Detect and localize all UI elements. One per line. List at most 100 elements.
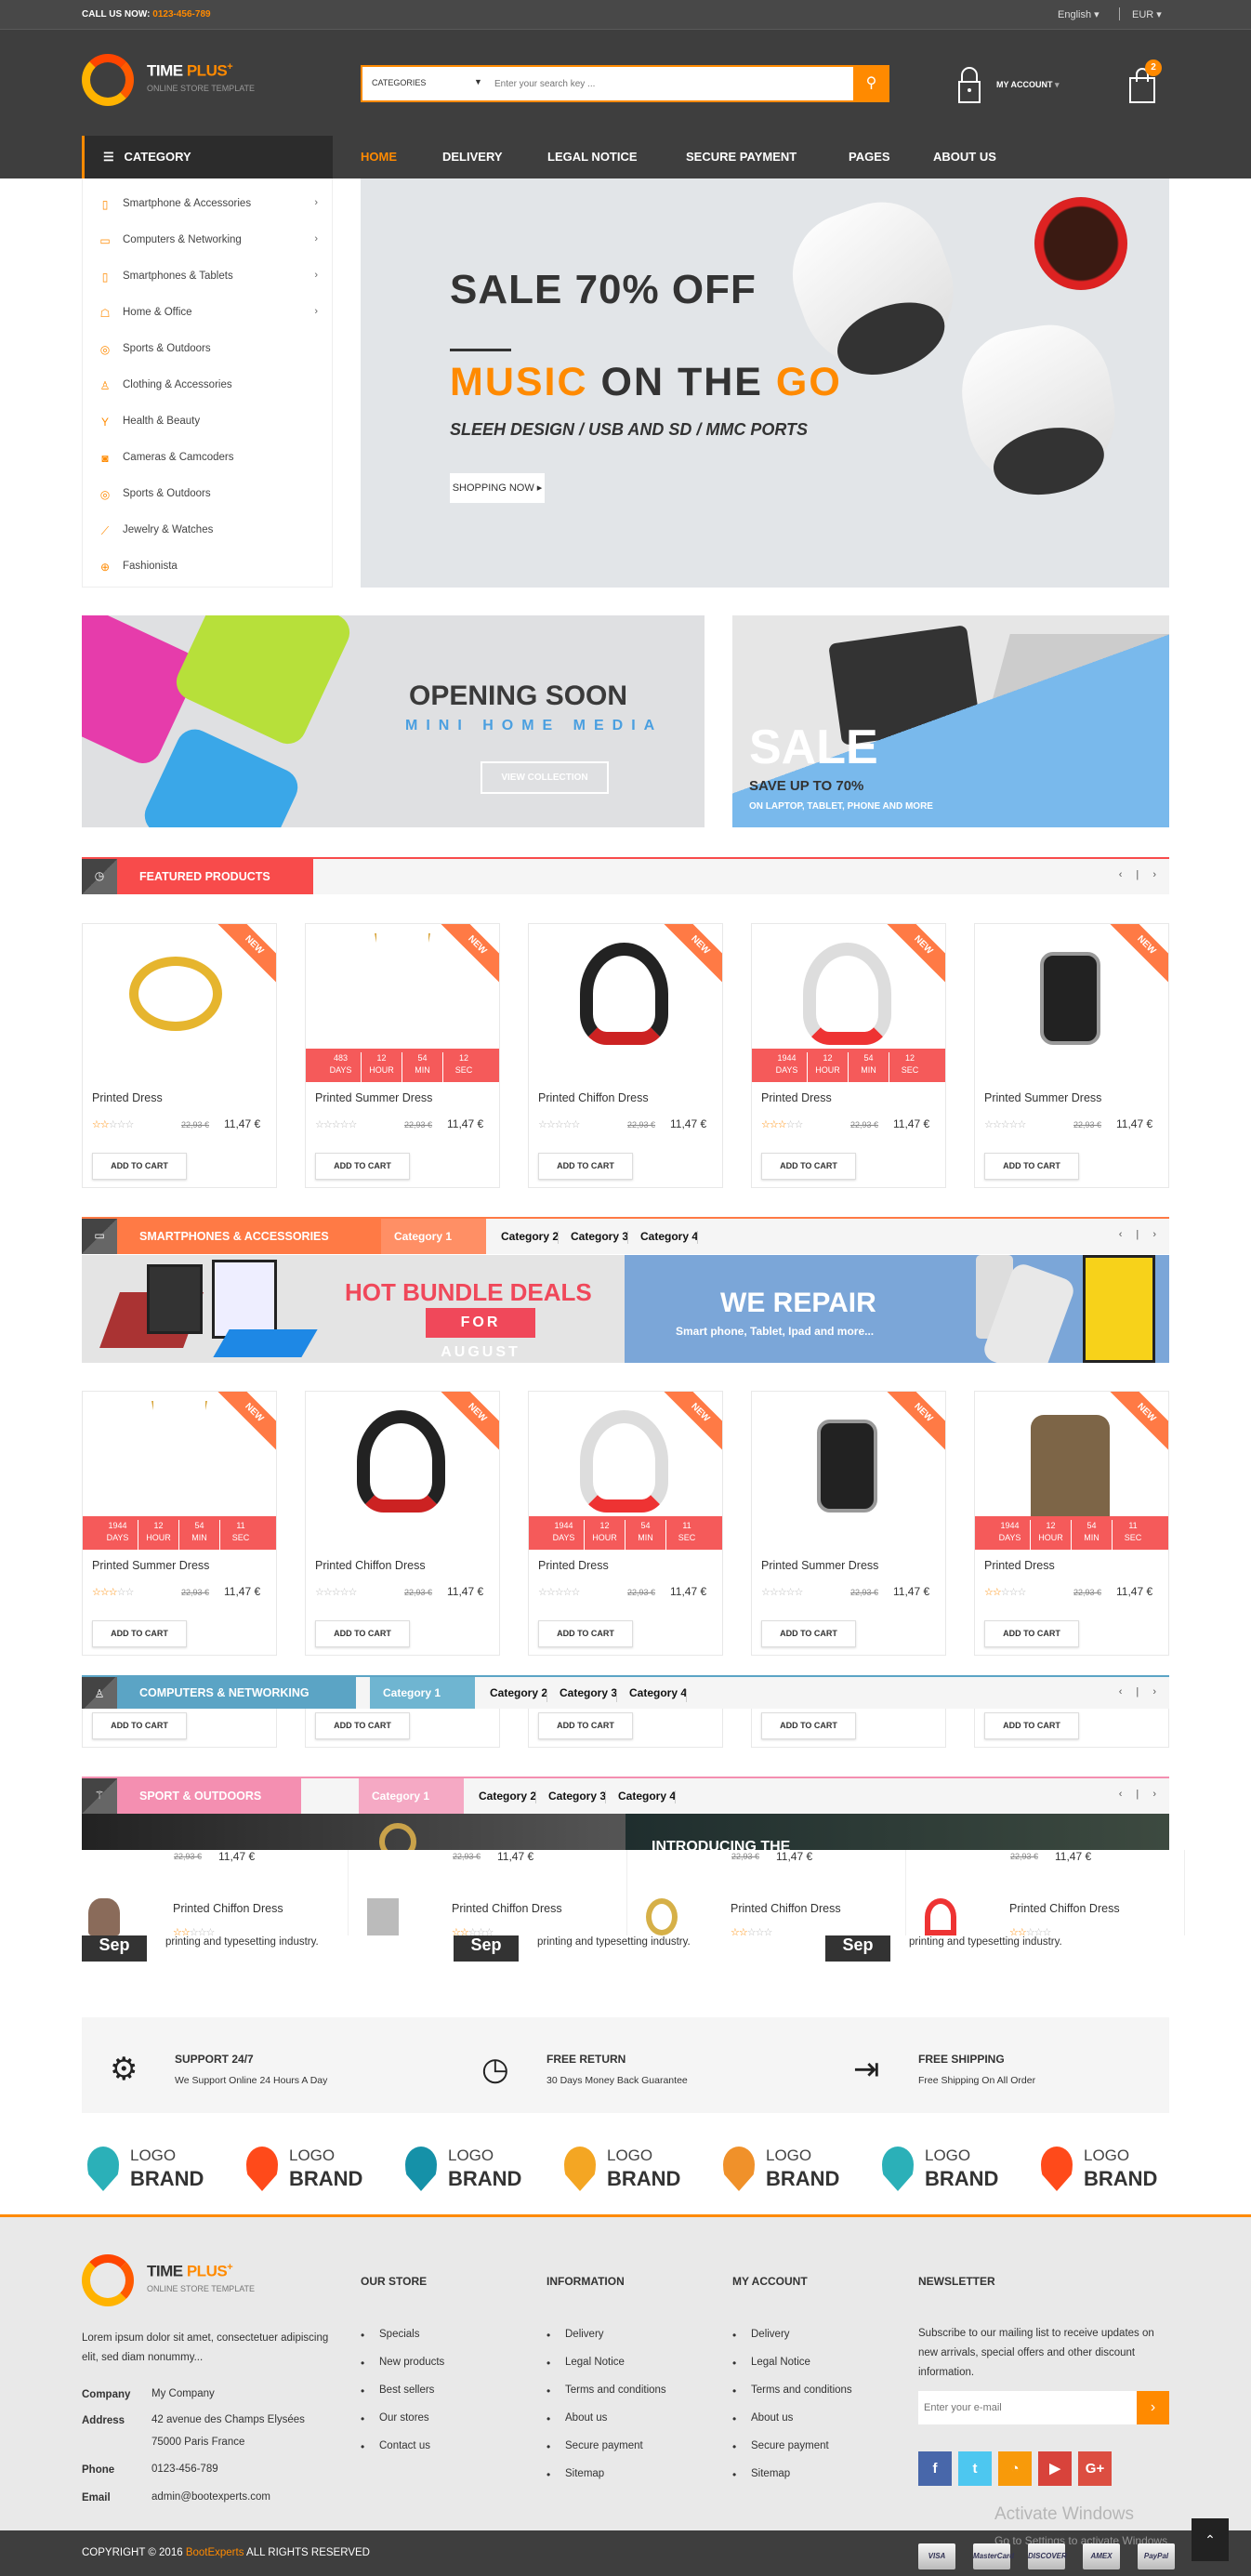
brand-logo[interactable]: LOGO BRAND: [880, 2143, 1010, 2195]
footer-link[interactable]: Terms and conditions: [732, 2384, 852, 2412]
add-to-cart-button[interactable]: ADD TO CART: [538, 1620, 633, 1647]
footer-link[interactable]: Secure payment: [546, 2440, 666, 2468]
product-card[interactable]: ADD TO CART: [974, 1709, 1169, 1748]
add-to-cart-button[interactable]: ADD TO CART: [315, 1620, 410, 1647]
add-to-cart-button[interactable]: ADD TO CART: [761, 1712, 856, 1739]
product-card[interactable]: ADD TO CART: [528, 1709, 723, 1748]
product-thumbnail[interactable]: [367, 1898, 399, 1935]
brand-logo[interactable]: LOGO BRAND: [86, 2143, 216, 2195]
cart-button[interactable]: 2: [1126, 59, 1162, 104]
product-card[interactable]: NEW 1944 DAYS 12 HOUR 54 MIN 11 SEC Printed Dress…: [974, 1391, 1169, 1656]
carousel-arrows[interactable]: ‹ | ›: [1119, 869, 1162, 880]
search-input[interactable]: [494, 74, 838, 93]
product-thumbnail[interactable]: [646, 1898, 678, 1935]
product-name[interactable]: Printed Dress: [538, 1559, 609, 1572]
facebook-icon[interactable]: f: [918, 2451, 952, 2486]
footer-link[interactable]: Sitemap: [546, 2468, 666, 2496]
product-name[interactable]: Printed Chiffon Dress: [452, 1902, 562, 1915]
product-card[interactable]: NEW 483 DAYS 12 HOUR 54 MIN 12 SEC Printed Summer…: [305, 923, 500, 1188]
product-name[interactable]: Printed Dress: [92, 1091, 163, 1104]
brand-logo[interactable]: LOGO BRAND: [721, 2143, 851, 2195]
product-card[interactable]: NEW Printed Chiffon Dress ☆☆☆☆☆ 22,93 €11,4…: [528, 923, 723, 1188]
nav-secure-payment[interactable]: SECURE PAYMENT: [686, 150, 797, 164]
carousel-arrows[interactable]: ‹ | ›: [1119, 1686, 1162, 1698]
twitter-icon[interactable]: t: [958, 2451, 992, 2486]
add-to-cart-button[interactable]: ADD TO CART: [984, 1712, 1079, 1739]
footer-link[interactable]: About us: [732, 2412, 852, 2440]
product-thumbnail[interactable]: [88, 1898, 120, 1935]
footer-link[interactable]: Secure payment: [732, 2440, 852, 2468]
product-card[interactable]: NEW Printed Summer Dress ☆☆☆☆☆ 22,93 €11,47…: [751, 1391, 946, 1656]
add-to-cart-button[interactable]: ADD TO CART: [315, 1712, 410, 1739]
tab-category-1[interactable]: Category 1: [381, 1219, 486, 1254]
product-image[interactable]: NEW 1944 DAYS 12 HOUR 54 MIN 11 SEC: [529, 1392, 722, 1550]
footer-link[interactable]: Best sellers: [361, 2384, 444, 2412]
footer-link[interactable]: Legal Notice: [732, 2357, 852, 2384]
footer-link[interactable]: New products: [361, 2357, 444, 2384]
my-account-menu[interactable]: MY ACCOUNT ▾: [957, 67, 1069, 104]
product-image[interactable]: NEW 483 DAYS 12 HOUR 54 MIN 12 SEC: [306, 924, 499, 1082]
tab-category-4[interactable]: Category 4: [614, 1778, 676, 1814]
add-to-cart-button[interactable]: ADD TO CART: [315, 1153, 410, 1180]
product-card[interactable]: NEW Printed Dress ☆☆☆☆☆ 22,93 €11,47 € ADD T…: [82, 923, 277, 1188]
add-to-cart-button[interactable]: ADD TO CART: [92, 1620, 187, 1647]
product-name[interactable]: Printed Chiffon Dress: [173, 1902, 283, 1915]
sidebar-item[interactable]: ◎ Sports & Outdoors: [83, 477, 332, 513]
product-image[interactable]: NEW: [83, 924, 276, 1082]
product-name[interactable]: Printed Dress: [984, 1559, 1055, 1572]
footer-link[interactable]: About us: [546, 2412, 666, 2440]
nav-delivery[interactable]: DELIVERY: [442, 150, 503, 164]
product-image[interactable]: NEW 1944 DAYS 12 HOUR 54 MIN 11 SEC: [975, 1392, 1168, 1550]
search-button[interactable]: ⚲: [853, 65, 889, 102]
sidebar-item[interactable]: ⟋ Jewelry & Watches: [83, 513, 332, 549]
back-to-top-button[interactable]: ⌃: [1192, 2518, 1229, 2561]
bootexperts-link[interactable]: BootExperts: [186, 2547, 244, 2558]
nav-about-us[interactable]: ABOUT US: [933, 150, 996, 164]
tab-category-3[interactable]: Category 3: [567, 1219, 628, 1254]
product-name[interactable]: Printed Summer Dress: [984, 1091, 1101, 1104]
product-name[interactable]: Printed Dress: [761, 1091, 832, 1104]
footer-link[interactable]: Sitemap: [732, 2468, 852, 2496]
hero-slider[interactable]: SALE 70% OFF MUSIC ON THE GO SLEEH DESIG…: [361, 178, 1169, 588]
sidebar-item[interactable]: ▭ Computers & Networking ›: [83, 223, 332, 259]
product-list-item[interactable]: 22,93 €11,47 € Printed Chiffon Dress ☆☆☆☆☆: [627, 1850, 906, 1938]
add-to-cart-button[interactable]: ADD TO CART: [761, 1153, 856, 1180]
sidebar-item[interactable]: ▯ Smartphone & Accessories ›: [83, 187, 332, 223]
shopping-now-button[interactable]: SHOPPING NOW ▸: [450, 473, 545, 503]
tab-category-2[interactable]: Category 2: [475, 1778, 536, 1814]
product-card[interactable]: NEW 1944 DAYS 12 HOUR 54 MIN 11 SEC Printed Summe…: [82, 1391, 277, 1656]
tab-category-2[interactable]: Category 2: [486, 1677, 547, 1709]
product-name[interactable]: Printed Summer Dress: [761, 1559, 878, 1572]
add-to-cart-button[interactable]: ADD TO CART: [92, 1153, 187, 1180]
product-image[interactable]: NEW 1944 DAYS 12 HOUR 54 MIN 11 SEC: [83, 1392, 276, 1550]
product-name[interactable]: Printed Chiffon Dress: [1009, 1902, 1120, 1915]
sidebar-item[interactable]: ◎ Sports & Outdoors: [83, 332, 332, 368]
tab-category-1[interactable]: Category 1: [359, 1778, 464, 1814]
add-to-cart-button[interactable]: ADD TO CART: [538, 1153, 633, 1180]
nav-pages[interactable]: PAGES: [849, 150, 890, 164]
tab-category-2[interactable]: Category 2: [497, 1219, 559, 1254]
add-to-cart-button[interactable]: ADD TO CART: [92, 1712, 187, 1739]
carousel-arrows[interactable]: ‹ | ›: [1119, 1229, 1162, 1240]
add-to-cart-button[interactable]: ADD TO CART: [761, 1620, 856, 1647]
product-image[interactable]: NEW: [529, 924, 722, 1082]
tab-category-4[interactable]: Category 4: [626, 1677, 687, 1709]
product-card[interactable]: ADD TO CART: [82, 1709, 277, 1748]
product-list-item[interactable]: 22,93 €11,47 € Printed Chiffon Dress ☆☆☆☆☆: [906, 1850, 1185, 1938]
newsletter-submit-button[interactable]: ›: [1137, 2391, 1169, 2424]
product-card[interactable]: ADD TO CART: [305, 1709, 500, 1748]
we-repair-banner[interactable]: WE REPAIR Smart phone, Tablet, Ipad and …: [625, 1255, 1169, 1363]
product-name[interactable]: Printed Summer Dress: [315, 1091, 432, 1104]
tab-category-3[interactable]: Category 3: [556, 1677, 617, 1709]
brand-logo[interactable]: LOGO BRAND: [244, 2143, 375, 2195]
nav-legal-notice[interactable]: LEGAL NOTICE: [547, 150, 638, 164]
footer-link[interactable]: Specials: [361, 2329, 444, 2357]
tab-category-3[interactable]: Category 3: [545, 1778, 606, 1814]
product-image[interactable]: NEW: [975, 924, 1168, 1082]
logo[interactable]: TIME PLUS+ ONLINE STORE TEMPLATE: [82, 54, 255, 106]
product-name[interactable]: Printed Chiffon Dress: [315, 1559, 426, 1572]
sidebar-item[interactable]: ☖ Home & Office ›: [83, 296, 332, 332]
carousel-arrows[interactable]: ‹ | ›: [1119, 1789, 1162, 1800]
sidebar-item[interactable]: ◙ Cameras & Camcoders: [83, 441, 332, 477]
footer-link[interactable]: Delivery: [546, 2329, 666, 2357]
